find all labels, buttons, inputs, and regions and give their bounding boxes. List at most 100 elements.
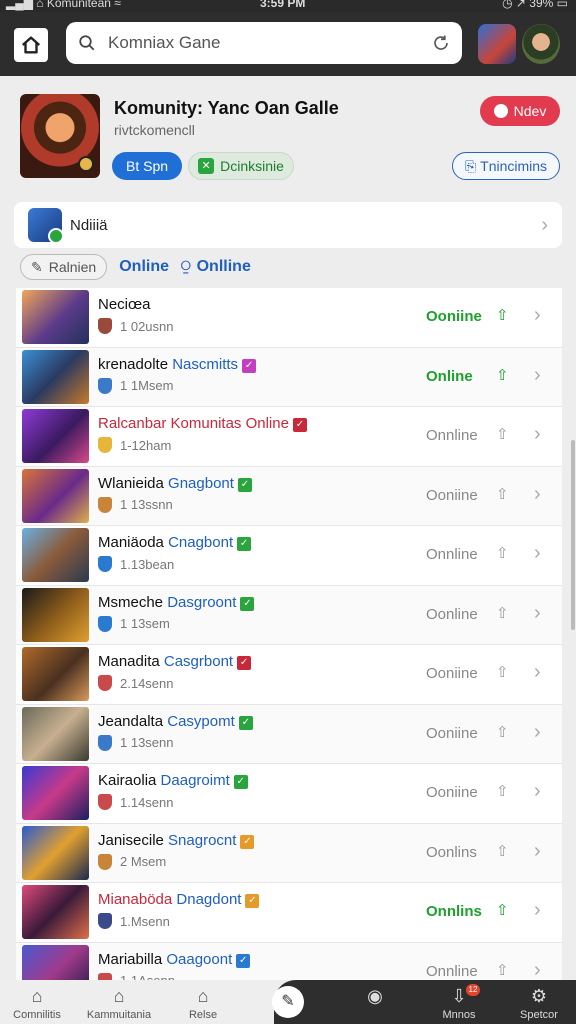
mic-icon: ⍜: [181, 258, 191, 275]
game-row[interactable]: Janisecile Snagrocnt ✓ 2 Msem Oonlins ⇧ ›: [16, 823, 562, 883]
share-icon[interactable]: ⇧: [496, 425, 509, 443]
game-meta: 1 13senn: [98, 734, 174, 751]
game-name: Ralcanbar Komunitas Online: [98, 415, 289, 432]
chevron-right-icon: ›: [534, 661, 541, 683]
chevron-right-icon: ›: [534, 363, 541, 386]
game-meta: 1 13sem: [98, 615, 170, 632]
page-subtitle: rivtckomencll: [114, 122, 195, 138]
game-row[interactable]: krenadolte Nascmitts ✓ 1 1Msem Online ⇧ ›: [16, 347, 562, 407]
share-icon[interactable]: ⇧: [496, 366, 509, 384]
nav-label: Kammuitania: [86, 1009, 152, 1021]
game-tag-label: Casgrbont: [163, 653, 234, 670]
game-title: Msmeche Dasgroont ✓: [98, 593, 255, 611]
outline-action-button[interactable]: ⎘ Tnincimins: [452, 152, 560, 180]
game-row[interactable]: Jeandalta Casypomt ✓ 1 13senn Ooniine ⇧ ›: [16, 704, 562, 764]
chevron-right-icon: ›: [534, 720, 541, 743]
filter-online-link[interactable]: Online: [119, 258, 169, 276]
new-button[interactable]: Ndev: [480, 96, 560, 126]
refresh-icon[interactable]: [432, 34, 450, 52]
share-icon[interactable]: ⇧: [496, 782, 509, 800]
primary-action-button[interactable]: Bt Spn: [112, 152, 182, 180]
game-row[interactable]: Maniäoda Cnagbont ✓ 1.13bean Onnline ⇧ ›: [16, 526, 562, 586]
notification-label: Ndiiiä: [70, 216, 108, 234]
game-row[interactable]: Neciœa 1 02usnn Ooniine ⇧ ›: [16, 288, 562, 348]
share-icon[interactable]: ⇧: [496, 663, 509, 681]
search-bar[interactable]: Komniax Gane: [66, 22, 462, 64]
shield-icon: [98, 496, 112, 513]
nav-item-relse[interactable]: ⌂ Relse: [168, 986, 238, 1021]
shield-icon: [98, 734, 112, 751]
nav-item-messages[interactable]: ⇩ 12 Mnnos: [424, 984, 494, 1021]
share-icon[interactable]: ⇧: [496, 901, 509, 919]
game-meta-text: 1.Msenn: [120, 913, 170, 929]
game-name: Neciœa: [98, 296, 151, 313]
secondary-action-button[interactable]: ✕ Dcinksinie: [188, 152, 294, 180]
nav-item-communities[interactable]: ⌂ Comnilitis: [2, 986, 72, 1021]
home-button[interactable]: [14, 28, 48, 62]
game-name: Kairaolia: [98, 772, 161, 789]
profile-avatar[interactable]: [522, 24, 560, 64]
chevron-right-icon: ›: [534, 958, 541, 981]
share-icon[interactable]: ⇧: [496, 723, 509, 741]
outline-action-label: Tnincimins: [480, 158, 548, 174]
game-tag-label: Casypomt: [167, 712, 235, 730]
game-name: Mariabilla: [98, 950, 167, 968]
filter-chip[interactable]: ✎ Ralnien: [20, 254, 108, 280]
filter-row: ✎ Ralnien Online ⍜ Onlline: [20, 254, 251, 280]
game-meta-text: 1 02usnn: [120, 318, 174, 334]
nav-item-community[interactable]: ⌂ Kammuitania: [84, 986, 154, 1021]
shield-icon: [98, 794, 112, 810]
share-icon[interactable]: ⇧: [496, 961, 509, 979]
bottom-nav: ⌂ Comnilitis ⌂ Kammuitania ⌂ Relse ✎ ◉ ⇩ 12 M…: [0, 980, 576, 1024]
filter-online-link-2[interactable]: ⍜ Onlline: [181, 258, 251, 276]
notification-card[interactable]: Ndiiiä ›: [14, 202, 562, 248]
game-title: Mariabilla Oaagoont ✓: [98, 950, 251, 968]
game-tag-label: Daagroimt: [160, 772, 230, 789]
chevron-right-icon: ›: [541, 213, 548, 236]
game-meta-text: 1 13sem: [120, 616, 170, 631]
game-thumbnail: [22, 885, 89, 939]
share-icon[interactable]: ⇧: [496, 544, 509, 562]
share-icon[interactable]: ⇧: [496, 485, 509, 503]
online-status: Ooniine: [426, 724, 478, 742]
game-row[interactable]: Ralcanbar Komunitas Online ✓ 1-12ham Onnl…: [16, 407, 562, 467]
share-icon[interactable]: ⇧: [496, 604, 509, 622]
game-row[interactable]: Msmeche Dasgroont ✓ 1 13sem Oonline ⇧ ›: [16, 585, 562, 645]
tag-icon: ✓: [240, 596, 255, 611]
game-shortcut-avatar[interactable]: [478, 24, 516, 64]
tag-icon: ✓: [237, 656, 252, 670]
shield-icon: [98, 556, 112, 572]
game-meta: 1.13bean: [98, 556, 174, 572]
nav-item-settings[interactable]: ⚙ Spetcor: [504, 986, 574, 1021]
nav-label: Mnnos: [442, 1009, 476, 1021]
share-icon[interactable]: ⇧: [496, 306, 509, 324]
nav-item-explore[interactable]: ◉: [340, 986, 410, 1009]
chevron-right-icon: ›: [534, 423, 541, 445]
online-status: Oonline: [426, 605, 478, 623]
game-tag-label: Oaagoont: [166, 950, 233, 968]
game-name: Msmeche: [98, 593, 168, 611]
game-row[interactable]: Mianaböda Dnagdont ✓ 1.Msenn Onnlins ⇧ ›: [16, 883, 562, 943]
share-icon[interactable]: ⇧: [496, 842, 509, 860]
game-row[interactable]: Wlanieida Gnagbont ✓ 1 13ssnn Ooniine ⇧ ›: [16, 466, 562, 526]
game-name: Manadita: [98, 653, 164, 670]
shield-icon: [98, 377, 112, 394]
scrollbar[interactable]: [571, 440, 575, 630]
online-status: Online: [426, 367, 473, 385]
game-title: Jeandalta Casypomt ✓: [98, 713, 253, 730]
search-input[interactable]: Komniax Gane: [108, 33, 432, 53]
nav-label: Comnilitis: [13, 1009, 61, 1021]
game-row[interactable]: Manadita Casgrbont ✓ 2.14senn Ooniine ⇧ ›: [16, 645, 562, 705]
game-meta-text: 1.13bean: [120, 556, 175, 572]
compose-button[interactable]: ✎: [272, 986, 304, 1018]
game-meta-text: 2.14senn: [120, 675, 174, 691]
shield-icon: [98, 318, 112, 334]
filter-chip-label: Ralnien: [48, 259, 97, 275]
clock: 3:59 PM: [260, 0, 306, 10]
game-row[interactable]: Kairaolia Daagroimt ✓ 1.14senn Ooniine ⇧ …: [16, 764, 562, 824]
home-icon: ⌂: [113, 986, 125, 1006]
game-title: Janisecile Snagrocnt ✓: [98, 832, 255, 849]
game-meta: 1-12ham: [98, 437, 171, 453]
notification-badge: 12: [466, 984, 480, 996]
game-meta-text: 1 13senn: [120, 735, 174, 750]
